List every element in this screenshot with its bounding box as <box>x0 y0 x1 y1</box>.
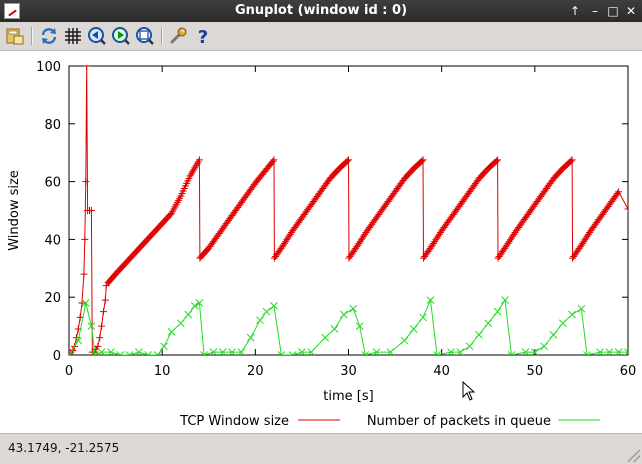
queue-packets-point <box>465 342 474 351</box>
queue-packets-point <box>493 307 502 316</box>
toolbar-separator <box>161 27 163 45</box>
queue-packets-point <box>475 330 483 339</box>
resize-grip[interactable] <box>628 450 640 462</box>
x-tick-label: 0 <box>65 364 73 379</box>
chart-svg: 0 10 20 30 40 50 60 0 20 40 60 80 100 time [s] Window … <box>7 60 637 429</box>
svg-text:?: ? <box>198 27 208 46</box>
status-bar: 43.1749, -21.2575 <box>0 433 642 464</box>
queue-packets-point <box>558 319 567 328</box>
y-tick-label: 0 <box>53 349 61 364</box>
zoom-previous-button[interactable] <box>87 26 107 46</box>
title-bar[interactable]: Gnuplot (window id : 0) ↑ – □ ✕ <box>0 0 642 22</box>
y-tick-label: 60 <box>44 176 61 191</box>
x-tick-label: 20 <box>247 364 264 379</box>
tcp-window-point <box>99 308 107 316</box>
y-axis-label: Window size <box>7 170 22 251</box>
tcp-window-point <box>83 66 91 70</box>
legend-label-queue-packets: Number of packets in queue <box>367 414 551 429</box>
queue-packets-point <box>262 307 271 316</box>
x-tick-label: 10 <box>154 364 171 379</box>
x-tick-label: 40 <box>433 364 450 379</box>
settings-icon <box>170 27 187 44</box>
x-tick-label: 60 <box>620 364 637 379</box>
window-title: Gnuplot (window id : 0) <box>234 3 408 18</box>
grid-icon <box>65 28 81 44</box>
queue-packets-point <box>160 342 168 351</box>
autoscale-button[interactable] <box>135 26 155 46</box>
queue-packets-point <box>349 304 358 313</box>
queue-packets-point <box>176 319 185 328</box>
legend-label-tcp-window: TCP Window size <box>179 414 289 429</box>
zoom-next-button[interactable] <box>111 26 131 46</box>
queue-packets-point <box>330 325 339 333</box>
y-tick-label: 20 <box>44 291 61 306</box>
queue-packets-point <box>540 342 549 351</box>
help-icon: ? <box>198 27 208 46</box>
export-icon <box>6 28 24 45</box>
x-tick-label: 50 <box>527 364 544 379</box>
tcp-window-point <box>78 299 86 307</box>
tcp-window-line <box>69 66 628 354</box>
keep-above-button[interactable]: ↑ <box>566 2 584 20</box>
queue-packets-point <box>246 333 255 342</box>
x-axis-label: time [s] <box>323 389 373 404</box>
queue-packets-point <box>321 333 330 342</box>
tcp-window-point <box>82 178 90 186</box>
grid-button[interactable] <box>63 26 83 46</box>
replot-button[interactable] <box>39 26 59 46</box>
y-tick-label: 100 <box>36 60 61 75</box>
gnuplot-window: Gnuplot (window id : 0) ↑ – □ ✕ ? 0 10 2… <box>0 0 642 464</box>
maximize-button[interactable]: □ <box>604 2 622 20</box>
autoscale-icon <box>136 27 154 45</box>
tcp-window-point <box>101 296 109 304</box>
queue-packets-point <box>568 310 576 319</box>
queue-packets-point <box>339 310 348 319</box>
queue-packets-point <box>409 325 418 333</box>
tcp-window-point <box>87 207 95 214</box>
export-button[interactable] <box>5 26 25 46</box>
y-tick-label: 80 <box>44 118 61 133</box>
queue-packets-point <box>419 313 427 322</box>
toolbar: ? <box>0 22 642 51</box>
zoom-previous-icon <box>88 27 106 45</box>
zoom-next-icon <box>112 27 130 45</box>
x-tick-label: 30 <box>340 364 357 379</box>
tcp-window-point <box>624 205 628 213</box>
replot-icon <box>41 28 57 44</box>
minimize-button[interactable]: – <box>586 2 604 20</box>
queue-packets-point <box>256 316 264 325</box>
queue-packets-point <box>549 330 558 339</box>
tcp-window-point <box>96 334 104 342</box>
tcp-window-point <box>98 322 106 330</box>
queue-packets-point <box>400 336 409 345</box>
tcp-window-point <box>80 270 88 278</box>
tcp-window-point <box>81 235 89 243</box>
help-button[interactable]: ? <box>193 26 213 46</box>
toolbar-separator <box>31 27 33 45</box>
queue-packets-point <box>484 319 493 328</box>
settings-button[interactable] <box>169 26 189 46</box>
mouse-pointer-icon <box>462 381 476 401</box>
queue-packets-point <box>184 310 193 319</box>
close-button[interactable]: ✕ <box>622 2 640 20</box>
plot-canvas[interactable]: 0 10 20 30 40 50 60 0 20 40 60 80 100 time [s] Window … <box>0 51 642 433</box>
queue-packets-point <box>167 328 176 336</box>
mouse-coordinates: 43.1749, -21.2575 <box>8 441 120 455</box>
y-tick-label: 40 <box>44 233 61 248</box>
